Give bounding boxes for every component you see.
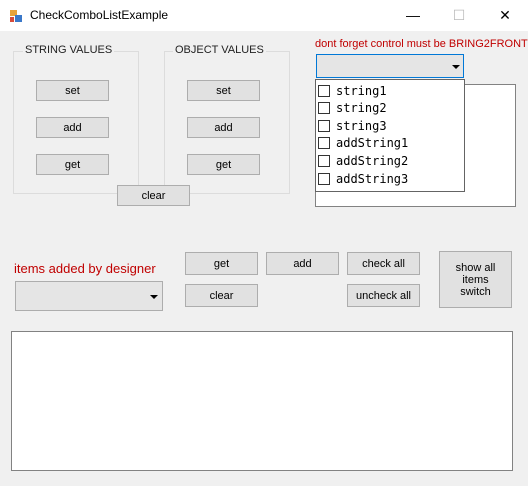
checkbox[interactable]: [318, 172, 330, 185]
object-set-button[interactable]: set: [187, 80, 260, 101]
show-all-items-switch-button[interactable]: show all items switch: [439, 251, 512, 308]
object-values-legend: OBJECT VALUES: [173, 44, 266, 56]
object-get-button[interactable]: get: [187, 154, 260, 175]
checkbox[interactable]: [318, 101, 330, 114]
dropdown-item[interactable]: addString3: [318, 170, 408, 187]
window-title: CheckComboListExample: [30, 8, 169, 22]
maximize-icon: ☐: [452, 7, 466, 23]
checkbox[interactable]: [318, 84, 330, 97]
designer-combo-box[interactable]: [15, 281, 163, 311]
string-values-legend: STRING VALUES: [23, 44, 115, 56]
dropdown-item[interactable]: addString2: [318, 152, 408, 169]
string-get-button[interactable]: get: [36, 154, 109, 175]
output-textbox[interactable]: [11, 331, 513, 471]
string-add-button[interactable]: add: [36, 117, 109, 138]
chevron-down-icon: [452, 65, 460, 69]
uncheck-all-button[interactable]: uncheck all: [347, 284, 420, 307]
maximize-button[interactable]: ☐: [436, 0, 482, 31]
clear-values-button[interactable]: clear: [117, 185, 190, 206]
string-set-button[interactable]: set: [36, 80, 109, 101]
close-button[interactable]: ✕: [482, 0, 528, 31]
app-icon: [10, 10, 22, 22]
close-icon: ✕: [499, 7, 511, 23]
checkbox[interactable]: [318, 154, 330, 167]
checkbox[interactable]: [318, 119, 330, 132]
dropdown-item[interactable]: string3: [318, 117, 387, 134]
checkbox[interactable]: [318, 136, 330, 149]
bring-to-front-label: dont forget control must be BRING2FRONT: [315, 38, 528, 50]
minimize-icon: —: [406, 7, 420, 23]
clear-button[interactable]: clear: [185, 284, 258, 307]
designer-items-label: items added by designer: [14, 261, 156, 276]
object-add-button[interactable]: add: [187, 117, 260, 138]
dropdown-item[interactable]: string1: [318, 82, 387, 99]
check-combo-dropdown[interactable]: string1 string2 string3 addString1 addSt…: [315, 79, 465, 192]
check-all-button[interactable]: check all: [347, 252, 420, 275]
minimize-button[interactable]: —: [390, 0, 436, 31]
check-combo-box[interactable]: [316, 54, 464, 78]
get-button[interactable]: get: [185, 252, 258, 275]
chevron-down-icon: [150, 295, 158, 299]
dropdown-item[interactable]: string2: [318, 99, 387, 116]
add-button[interactable]: add: [266, 252, 339, 275]
dropdown-item[interactable]: addString1: [318, 134, 408, 151]
